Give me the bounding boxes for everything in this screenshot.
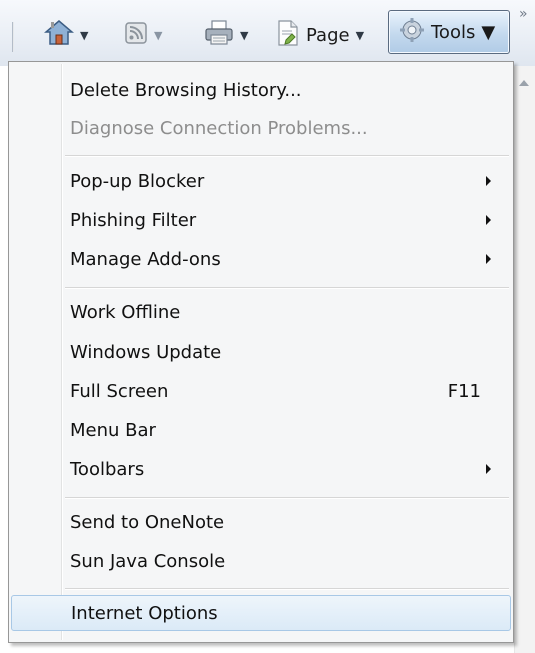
menu-item-label: Toolbars (70, 458, 145, 480)
gear-icon (399, 17, 425, 48)
submenu-arrow-icon (486, 215, 491, 225)
menu-item-internet-options[interactable]: Internet Options (11, 595, 511, 631)
menu-separator (65, 155, 509, 156)
menu-item-delete-browsing-history[interactable]: Delete Browsing History... (11, 72, 511, 108)
menu-item-menu-bar[interactable]: Menu Bar (11, 412, 511, 448)
toolbar-separator (12, 22, 14, 52)
menu-item-label: Manage Add-ons (70, 248, 221, 270)
home-button[interactable]: ▼ (43, 16, 88, 54)
menu-item-toolbars[interactable]: Toolbars (11, 451, 511, 487)
menu-item-manage-add-ons[interactable]: Manage Add-ons (11, 241, 511, 277)
page-icon (276, 19, 300, 51)
menu-separator (65, 588, 509, 589)
page-button[interactable]: Page ▼ (276, 16, 364, 54)
submenu-arrow-icon (486, 254, 491, 264)
menu-item-label: Menu Bar (70, 419, 156, 441)
home-dropdown-icon[interactable]: ▼ (80, 29, 88, 42)
menu-item-sun-java-console[interactable]: Sun Java Console (11, 543, 511, 579)
home-icon (43, 18, 75, 53)
feeds-icon (124, 21, 148, 50)
menu-item-label: Delete Browsing History... (70, 79, 302, 101)
menu-item-label: Pop-up Blocker (70, 170, 205, 192)
page-scrollbar[interactable] (514, 66, 535, 653)
menu-item-send-to-onenote[interactable]: Send to OneNote (11, 504, 511, 540)
toolbar-overflow-icon[interactable]: » (519, 6, 527, 22)
submenu-arrow-icon (486, 464, 491, 474)
menu-item-label: Diagnose Connection Problems... (70, 117, 368, 139)
print-icon (204, 19, 234, 51)
menu-item-label: Internet Options (71, 602, 218, 624)
menu-item-diagnose-connection-problems: Diagnose Connection Problems... (11, 110, 511, 146)
command-bar: ▼ ▼ ▼ Page ▼ Tools ▼ » (0, 0, 535, 66)
menu-item-label: Sun Java Console (70, 550, 226, 572)
feeds-dropdown-icon[interactable]: ▼ (154, 29, 162, 42)
menu-item-label: Full Screen (70, 380, 169, 402)
menu-item-shortcut: F11 (447, 380, 481, 402)
print-dropdown-icon[interactable]: ▼ (240, 29, 248, 42)
menu-item-label: Work Offline (70, 301, 181, 323)
menu-item-full-screen[interactable]: Full Screen F11 (11, 373, 511, 409)
menu-separator (65, 497, 509, 498)
tools-dropdown-icon[interactable]: ▼ (481, 22, 495, 43)
menu-item-label: Windows Update (70, 341, 222, 363)
menu-item-work-offline[interactable]: Work Offline (11, 294, 511, 330)
tools-label: Tools (431, 21, 476, 43)
menu-item-label: Phishing Filter (70, 209, 197, 231)
tools-button[interactable]: Tools ▼ (388, 10, 510, 54)
menu-item-phishing-filter[interactable]: Phishing Filter (11, 202, 511, 238)
menu-item-popup-blocker[interactable]: Pop-up Blocker (11, 163, 511, 199)
print-button[interactable]: ▼ (204, 16, 248, 54)
page-label: Page (306, 24, 350, 46)
submenu-arrow-icon (486, 176, 491, 186)
scroll-up-arrow-icon[interactable] (519, 80, 529, 86)
menu-item-windows-update[interactable]: Windows Update (11, 334, 511, 370)
tools-menu: Delete Browsing History... Diagnose Conn… (8, 61, 514, 643)
feeds-button[interactable]: ▼ (124, 16, 162, 54)
menu-item-label: Send to OneNote (70, 511, 225, 533)
page-dropdown-icon[interactable]: ▼ (356, 29, 364, 42)
menu-separator (65, 287, 509, 288)
